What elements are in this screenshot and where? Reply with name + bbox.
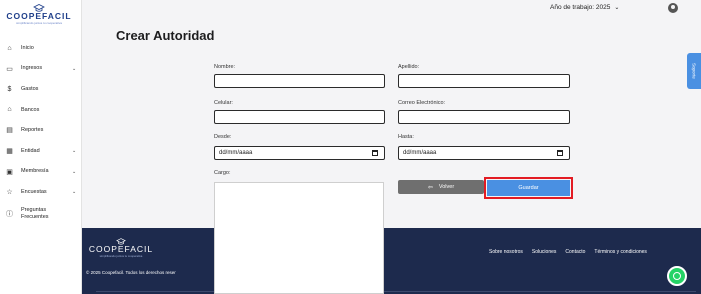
- page-title: Crear Autoridad: [116, 28, 215, 43]
- footer-link-soluciones[interactable]: Soluciones: [532, 249, 556, 255]
- help-icon: ⓘ: [6, 210, 13, 218]
- user-avatar-icon[interactable]: [668, 3, 678, 13]
- bank-icon: ⌂: [7, 106, 12, 114]
- year-selector[interactable]: Año de trabajo: 2025 ⌄: [550, 4, 619, 11]
- footer-logo[interactable]: COOPEFACIL simplificando juntos tu coope…: [86, 238, 156, 258]
- sidebar-item-entidad[interactable]: ▦ Entidad ⌄: [0, 143, 82, 159]
- desde-label: Desde:: [214, 134, 232, 140]
- volver-button[interactable]: ⇦ Volver: [398, 180, 484, 194]
- chevron-down-icon: ⌄: [72, 65, 77, 72]
- nombre-input[interactable]: [214, 74, 385, 88]
- desde-value: dd/mm/aaaa: [219, 150, 253, 156]
- guardar-label: Guardar: [518, 185, 539, 191]
- footer-link-sobre-nosotros[interactable]: Sobre nosotros: [489, 249, 523, 255]
- back-arrow-icon: ⇦: [427, 184, 433, 191]
- correo-label: Correo Electrónico:: [398, 100, 446, 106]
- calendar-icon: ▣: [6, 168, 13, 176]
- sidebar-item-bancos[interactable]: ⌂ Bancos: [0, 102, 82, 118]
- sidebar-item-label: Inicio: [21, 44, 34, 51]
- sidebar-item-reportes[interactable]: ▤ Reportes: [0, 122, 82, 138]
- whatsapp-icon[interactable]: [667, 266, 687, 286]
- celular-label: Celular:: [214, 100, 233, 106]
- report-icon: ▤: [6, 127, 13, 135]
- sidebar-item-label: Encuestas: [21, 188, 47, 195]
- nombre-label: Nombre:: [214, 64, 236, 70]
- hasta-value: dd/mm/aaaa: [403, 150, 437, 156]
- sidebar-item-encuestas[interactable]: ☆ Encuestas ⌄: [0, 184, 82, 200]
- footer-divider: [96, 291, 696, 292]
- copyright-text: © 2025 Coopefacil. Todos los derechos re…: [86, 270, 176, 275]
- money-icon: ▭: [6, 65, 13, 73]
- sidebar-item-label: Ingresos: [21, 65, 43, 72]
- sidebar-nav: ⌂ Inicio ▭ Ingresos ⌄ $ Gastos ⌂ Bancos …: [0, 40, 82, 227]
- brand-name: COOPEFACIL: [6, 11, 72, 21]
- sidebar-item-label: Membresía: [21, 168, 49, 175]
- chevron-down-icon: ⌄: [614, 5, 620, 11]
- chevron-down-icon: ⌄: [72, 147, 77, 154]
- brand-tagline: simplificando juntos tu cooperativa: [16, 21, 62, 25]
- soporte-tab[interactable]: Soporte: [687, 53, 701, 89]
- year-label: Año de trabajo: 2025: [550, 4, 611, 11]
- app-logo[interactable]: COOPEFACIL simplificando juntos tu coope…: [6, 4, 72, 34]
- sidebar-item-membresia[interactable]: ▣ Membresía ⌄: [0, 164, 82, 180]
- hasta-date-input[interactable]: dd/mm/aaaa: [398, 146, 570, 160]
- calendar-icon[interactable]: [557, 150, 563, 156]
- apellido-label: Apellido:: [398, 64, 420, 70]
- sidebar-item-label: Reportes: [21, 127, 44, 134]
- sidebar-item-label: Bancos: [21, 106, 40, 113]
- sidebar-item-label: Preguntas Frecuentes: [21, 207, 49, 220]
- star-icon: ☆: [6, 189, 13, 197]
- footer-link-terminos[interactable]: Términos y condiciones: [594, 249, 647, 255]
- building-icon: ▦: [6, 147, 13, 155]
- sidebar-item-ingresos[interactable]: ▭ Ingresos ⌄: [0, 61, 82, 77]
- dollar-icon: $: [7, 85, 12, 93]
- sidebar-item-gastos[interactable]: $ Gastos: [0, 81, 82, 97]
- correo-input[interactable]: [398, 110, 570, 124]
- sidebar: COOPEFACIL simplificando juntos tu coope…: [0, 0, 82, 294]
- home-icon: ⌂: [7, 44, 12, 52]
- chevron-down-icon: ⌄: [72, 168, 77, 175]
- calendar-icon[interactable]: [372, 150, 378, 156]
- hasta-label: Hasta:: [398, 134, 414, 140]
- desde-date-input[interactable]: dd/mm/aaaa: [214, 146, 385, 160]
- sidebar-item-label: Entidad: [21, 147, 40, 154]
- sidebar-item-label: Gastos: [21, 85, 39, 92]
- sidebar-item-preguntas-frecuentes[interactable]: ⓘ Preguntas Frecuentes: [0, 205, 82, 223]
- footer-link-contacto[interactable]: Contacto: [565, 249, 585, 255]
- footer-links: Sobre nosotros Soluciones Contacto Térmi…: [489, 249, 656, 255]
- sidebar-item-inicio[interactable]: ⌂ Inicio: [0, 40, 82, 56]
- footer-brand-tagline: simplificando juntos tu cooperativa: [99, 254, 143, 258]
- chevron-down-icon: ⌄: [72, 189, 77, 196]
- footer: COOPEFACIL simplificando juntos tu coope…: [82, 228, 701, 294]
- apellido-input[interactable]: [398, 74, 570, 88]
- footer-brand-name: COOPEFACIL: [88, 244, 154, 254]
- top-bar: Año de trabajo: 2025 ⌄: [82, 0, 701, 18]
- cargo-dropdown-list[interactable]: [214, 182, 384, 294]
- cargo-label: Cargo:: [214, 170, 231, 176]
- celular-input[interactable]: [214, 110, 385, 124]
- guardar-button[interactable]: Guardar: [484, 177, 573, 199]
- volver-label: Volver: [438, 184, 455, 190]
